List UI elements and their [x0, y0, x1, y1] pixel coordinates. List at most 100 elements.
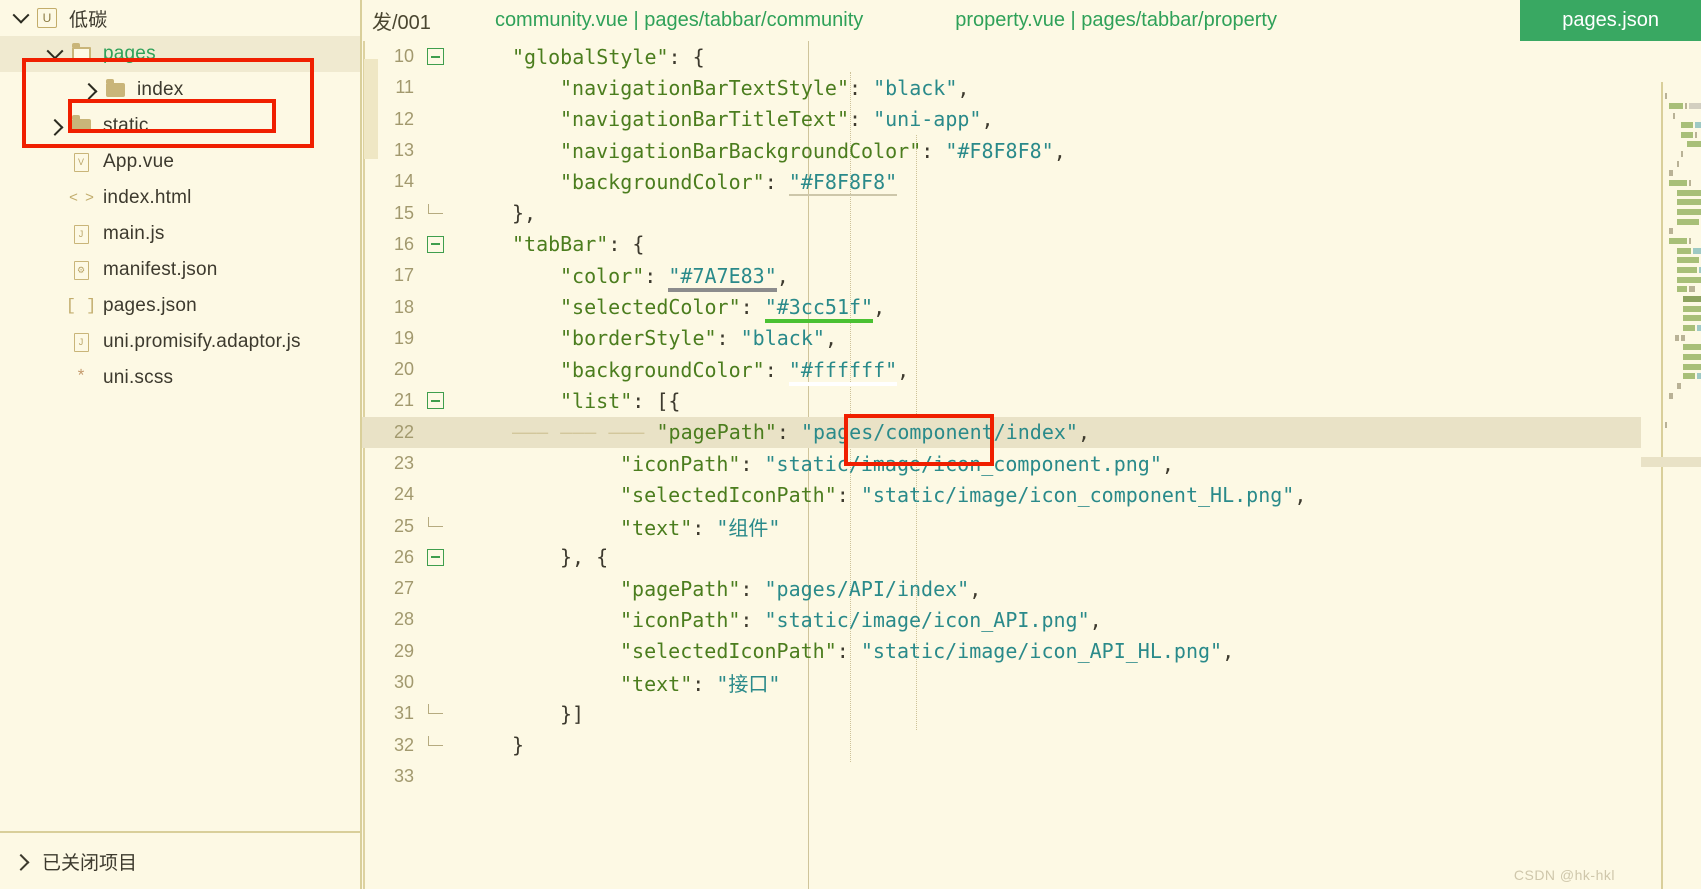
tab-label: property.vue | pages/tabbar/property	[955, 9, 1277, 31]
manifest-file-icon: ⚙	[68, 260, 94, 280]
tab-pages-json[interactable]: pages.json	[1520, 0, 1701, 41]
uniapp-logo-icon: U	[34, 8, 60, 28]
code-line[interactable]: 31 }]	[362, 698, 1701, 729]
minimap-token	[1685, 103, 1687, 109]
minimap-token	[1683, 306, 1701, 312]
tree-item-project[interactable]: U 低碳	[0, 0, 360, 36]
code-line-current[interactable]: 22 ——— ——— ——— "pagePath": "pages/compon…	[362, 416, 1701, 448]
fold-toggle[interactable]	[418, 48, 452, 66]
minimap-token	[1669, 103, 1683, 109]
tree-item-uni-promisify-adaptor-js[interactable]: J uni.promisify.adaptor.js	[0, 324, 360, 360]
code-line[interactable]: 24 "selectedIconPath": "static/image/ico…	[362, 479, 1701, 510]
minimap-token	[1683, 315, 1701, 321]
code-line[interactable]: 25 "text": "组件"	[362, 510, 1701, 541]
closed-projects-section[interactable]: 已关闭项目	[0, 831, 360, 889]
tab-001[interactable]: 发/001	[362, 0, 449, 41]
minimap-edge	[1661, 82, 1663, 889]
code-line[interactable]: 20 "backgroundColor": "#ffffff",	[362, 354, 1701, 386]
minimap-token	[1689, 103, 1701, 109]
code-line[interactable]: 17 "color": "#7A7E83",	[362, 260, 1701, 292]
code-line[interactable]: 12 "navigationBarTitleText": "uni-app",	[362, 104, 1701, 135]
code-line[interactable]: 11 "navigationBarTextStyle": "black",	[362, 72, 1701, 103]
code-line[interactable]: 16 "tabBar": {	[362, 229, 1701, 260]
line-number: 17	[393, 265, 414, 286]
chevron-down-icon[interactable]	[8, 6, 34, 24]
chevron-right-icon[interactable]	[42, 118, 68, 136]
folder-icon	[102, 79, 128, 97]
tree-item-main-js[interactable]: J main.js	[0, 216, 360, 252]
tree-item-app-vue[interactable]: V App.vue	[0, 144, 360, 180]
code-line[interactable]: 29 "selectedIconPath": "static/image/ico…	[362, 636, 1701, 667]
code-text: "iconPath": "static/image/icon_component…	[620, 451, 1174, 476]
tree-item-pages[interactable]: pages	[0, 36, 360, 72]
tree-item-label: App.vue	[103, 151, 175, 172]
sass-file-icon: ⃰	[68, 368, 94, 388]
fold-toggle[interactable]	[418, 548, 452, 566]
code-text: "text": "组件"	[620, 515, 781, 540]
minimap-token	[1677, 219, 1699, 225]
file-explorer-sidebar[interactable]: U 低碳 pages index static V App.vue < > in…	[0, 0, 362, 889]
minimap-token	[1677, 161, 1679, 167]
minimap-token	[1677, 190, 1701, 196]
code-text: "navigationBarTextStyle": "black",	[560, 75, 970, 100]
code-text: }	[512, 733, 525, 758]
tree-item-static[interactable]: static	[0, 108, 360, 144]
code-line[interactable]: 18 "selectedColor": "#3cc51f",	[362, 291, 1701, 324]
tree-item-label: pages.json	[103, 295, 197, 316]
tab-label: pages.json	[1562, 9, 1659, 31]
tree-item-label: main.js	[103, 223, 165, 244]
line-number: 28	[393, 609, 414, 630]
minimap-token	[1669, 180, 1687, 186]
code-surface[interactable]: 10 "globalStyle": { 11 "navigationBarTex…	[362, 41, 1701, 889]
tree-item-manifest-json[interactable]: ⚙ manifest.json	[0, 252, 360, 288]
code-minimap[interactable]	[1641, 82, 1701, 889]
tree-item-label: pages	[103, 43, 156, 64]
editor-tab-strip[interactable]: 发/001 community.vue | pages/tabbar/commu…	[362, 0, 1701, 41]
minimap-token	[1677, 199, 1701, 205]
code-line[interactable]: 23 "iconPath": "static/image/icon_compon…	[362, 448, 1701, 479]
tree-item-uni-scss[interactable]: ⃰ uni.scss	[0, 360, 360, 396]
code-text: "backgroundColor": "#F8F8F8"	[560, 169, 898, 196]
fold-toggle[interactable]	[418, 392, 452, 410]
code-line[interactable]: 10 "globalStyle": {	[362, 41, 1701, 72]
line-number: 22	[393, 421, 414, 442]
minimap-token	[1683, 344, 1701, 350]
tree-item-index-html[interactable]: < > index.html	[0, 180, 360, 216]
code-line[interactable]: 13 "navigationBarBackgroundColor": "#F8F…	[362, 135, 1701, 166]
tab-strip-spacer	[1295, 0, 1520, 41]
tree-item-label: uni.promisify.adaptor.js	[103, 331, 301, 352]
minimap-token	[1683, 354, 1701, 360]
chevron-right-icon[interactable]	[8, 853, 34, 871]
minimap-token	[1681, 151, 1683, 157]
chevron-down-icon[interactable]	[42, 42, 68, 60]
fold-toggle[interactable]	[418, 235, 452, 253]
json-file-icon: [ ]	[65, 296, 97, 316]
minimap-token	[1669, 170, 1673, 176]
closed-projects-label: 已关闭项目	[42, 852, 138, 874]
code-line[interactable]: 27 "pagePath": "pages/API/index",	[362, 573, 1701, 604]
code-lines[interactable]: 10 "globalStyle": { 11 "navigationBarTex…	[362, 41, 1701, 889]
code-line[interactable]: 15 },	[362, 197, 1701, 228]
tab-property-vue[interactable]: property.vue | pages/tabbar/property	[937, 0, 1295, 41]
code-line[interactable]: 19 "borderStyle": "black",	[362, 323, 1701, 354]
tab-community-vue[interactable]: community.vue | pages/tabbar/community	[477, 0, 881, 41]
tree-item-pages-json[interactable]: [ ] pages.json	[0, 288, 360, 324]
project-tree[interactable]: U 低碳 pages index static V App.vue < > in…	[0, 0, 360, 396]
code-line[interactable]: 21 "list": [{	[362, 385, 1701, 416]
code-line[interactable]: 32 }	[362, 730, 1701, 761]
chevron-right-icon[interactable]	[76, 82, 102, 100]
code-editor[interactable]: 发/001 community.vue | pages/tabbar/commu…	[362, 0, 1701, 889]
minimap-token	[1675, 335, 1679, 341]
code-line[interactable]: 30 "text": "接口"	[362, 667, 1701, 698]
line-number: 25	[393, 515, 414, 536]
code-line[interactable]: 14 "backgroundColor": "#F8F8F8"	[362, 166, 1701, 197]
code-line[interactable]: 33	[362, 761, 1701, 792]
minimap-token	[1697, 325, 1701, 331]
code-text: "backgroundColor": "#ffffff",	[452, 357, 909, 386]
code-line[interactable]: 28 "iconPath": "static/image/icon_API.pn…	[362, 604, 1701, 635]
minimap-token	[1665, 93, 1667, 99]
minimap-token	[1683, 325, 1695, 331]
line-number: 11	[395, 77, 414, 98]
code-line[interactable]: 26 }, {	[362, 542, 1701, 573]
tree-item-index[interactable]: index	[0, 72, 360, 108]
